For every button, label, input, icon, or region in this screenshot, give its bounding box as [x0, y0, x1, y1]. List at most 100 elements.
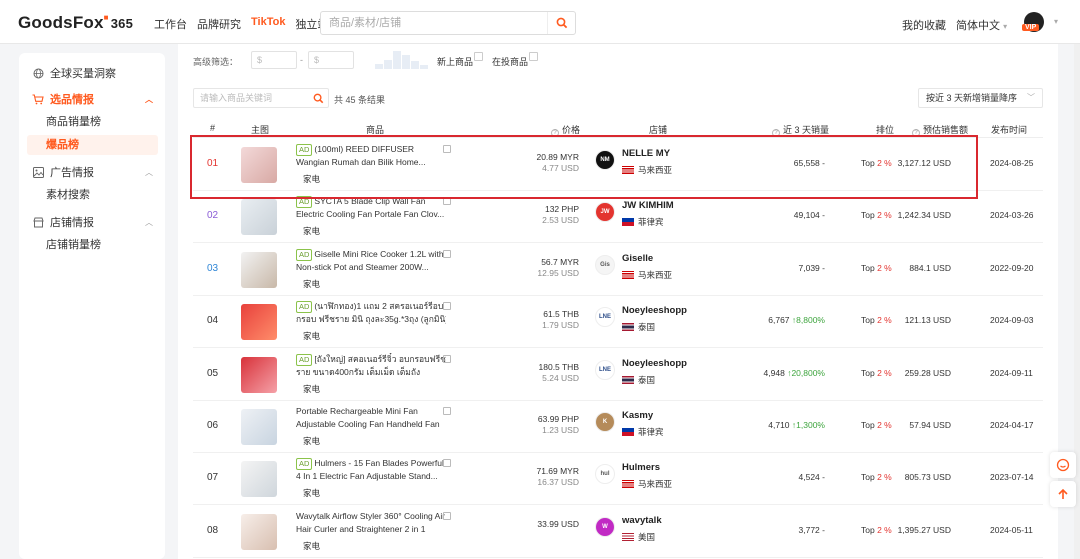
nav-brand-research[interactable]: 品牌研究	[197, 16, 241, 32]
price-usd: 16.37 USD	[537, 477, 579, 488]
col-ranking[interactable]: 排位	[876, 123, 894, 136]
product-thumbnail[interactable]	[241, 356, 277, 393]
shop-name[interactable]: wavytalk	[622, 515, 662, 526]
shop-name[interactable]: Noeyleeshopp	[622, 358, 687, 369]
price-max-input[interactable]: $	[308, 51, 354, 69]
nav-workbench[interactable]: 工作台	[154, 16, 187, 32]
shop-name[interactable]: JW KIMHIM	[622, 200, 674, 211]
shop-logo[interactable]: LNE	[595, 307, 615, 328]
product-title-line2: ราย ขนาด400กรัม เต็มเม็ด เต็มถัง	[296, 366, 421, 377]
keyword-search-input[interactable]	[194, 89, 306, 107]
shop-logo[interactable]: LNE	[595, 359, 615, 380]
copy-icon[interactable]	[443, 197, 451, 206]
table-row[interactable]: 06 Portable Rechargeable Mini Fan Adjustab…	[193, 401, 1043, 453]
top-label: Top	[861, 210, 875, 221]
product-title-line2: Non-stick Pot and Steamer 200W...	[296, 261, 429, 272]
product-thumbnail[interactable]	[241, 251, 277, 288]
product-thumbnail[interactable]	[241, 304, 277, 341]
product-thumbnail[interactable]	[241, 461, 277, 498]
shop-name[interactable]: Noeyleeshopp	[622, 305, 687, 316]
my-favorites-link[interactable]: 我的收藏	[902, 17, 946, 33]
col-sales[interactable]: ? 近 3 天销量	[772, 123, 829, 137]
shop-logo[interactable]: hul	[595, 464, 615, 485]
sales-growth: 20,800%	[791, 367, 825, 378]
table-row[interactable]: 08 Wavytalk Airflow Styler 360° Cooling A…	[193, 506, 1043, 558]
sidebar-item-hot-products[interactable]: 爆品榜	[27, 135, 158, 155]
product-thumbnail[interactable]	[241, 409, 277, 445]
sidebar-group-product-intel[interactable]: 选品情报 ︿	[19, 88, 165, 110]
active-ads-checkbox[interactable]: 在投商品	[492, 52, 538, 68]
table-row[interactable]: 05 AD [ถังใหญ่] สคอเนอร์รีจิ๋ว อบกรอบฟรีชล…	[193, 349, 1043, 401]
product-title[interactable]: AD Hulmers - 15 Fan Blades Powerful 4 In 1…	[296, 457, 446, 483]
product-title[interactable]: Wavytalk Airflow Styler 360° Cooling Air…	[296, 510, 446, 536]
col-date[interactable]: 发布时间	[991, 123, 1027, 136]
product-thumbnail[interactable]	[241, 147, 277, 183]
language-select[interactable]: 简体中文 ▾	[956, 17, 1007, 33]
col-gmv-label: 预估销售额	[923, 125, 969, 135]
chat-button[interactable]	[1050, 452, 1076, 478]
sidebar-item-global-ads[interactable]: 全球买量洞察	[19, 62, 165, 84]
shop-logo[interactable]: Gis	[595, 254, 615, 275]
copy-icon[interactable]	[443, 249, 451, 258]
shop-name[interactable]: NELLE MY	[622, 148, 670, 159]
product-title[interactable]: Portable Rechargeable Mini Fan Adjustable…	[296, 405, 446, 431]
product-title[interactable]: AD Giselle Mini Rice Cooker 1.2L with Non-…	[296, 248, 446, 274]
copy-icon[interactable]	[443, 511, 451, 520]
price-min-input[interactable]: $	[251, 51, 297, 69]
sales-growth: -	[822, 524, 825, 535]
table-row[interactable]: 03 AD Giselle Mini Rice Cooker 1.2L with No…	[193, 244, 1043, 296]
shop-name[interactable]: Hulmers	[622, 462, 660, 473]
table-row[interactable]: 02 AD SYCTA 5 Blade Clip Wall Fan Electric …	[193, 191, 1043, 244]
sales-3d: 4,948 ↑20,800%	[764, 368, 825, 378]
product-thumbnail[interactable]	[241, 199, 277, 236]
product-title[interactable]: AD (นาฬิกทอง)1 แถม 2 สครอเนอร์รีอบ กรอบ ฟร…	[296, 300, 446, 326]
sidebar-item-product-sales-rank[interactable]: 商品销量榜	[27, 112, 158, 132]
product-thumbnail[interactable]	[241, 513, 277, 550]
copy-icon[interactable]	[443, 302, 451, 311]
shop-name[interactable]: Kasmy	[622, 410, 653, 421]
shop-country: 菲律宾	[622, 216, 664, 228]
back-to-top-button[interactable]	[1050, 481, 1076, 507]
shop-logo[interactable]: K	[595, 412, 615, 432]
new-product-checkbox[interactable]: 新上商品	[437, 52, 483, 68]
col-price[interactable]: ? 价格	[551, 123, 580, 137]
sidebar-item-creative-search[interactable]: 素材搜索	[27, 185, 158, 205]
product-category: 家电	[303, 174, 321, 184]
sidebar-group-ad-intel[interactable]: 广告情报 ︿	[19, 161, 165, 183]
table-row[interactable]: 04 AD (นาฬิกทอง)1 แถม 2 สครอเนอร์รีอบ กรอบ …	[193, 296, 1043, 349]
copy-icon[interactable]	[443, 407, 451, 415]
product-title[interactable]: AD SYCTA 5 Blade Clip Wall Fan Electric Co…	[296, 195, 446, 221]
shop-logo[interactable]: W	[595, 516, 615, 537]
price-distribution-chart[interactable]	[375, 51, 428, 69]
country-label: 菲律宾	[638, 427, 664, 437]
estimated-gmv: 884.1 USD	[909, 262, 951, 273]
col-product: 商品	[366, 125, 385, 135]
shop-logo[interactable]: NM	[595, 150, 615, 170]
sales-3d: 65,558 -	[794, 158, 825, 168]
goodsfox-logo[interactable]: GoodsFox■ 365	[18, 13, 133, 33]
sidebar-item-store-sales-rank[interactable]: 店铺销量榜	[27, 235, 158, 255]
top-label: Top	[861, 367, 875, 378]
shop-name[interactable]: Giselle	[622, 253, 653, 264]
copy-icon[interactable]	[443, 354, 451, 363]
product-title[interactable]: AD (100ml) REED DIFFUSER Wangian Rumah dan…	[296, 143, 446, 169]
price-local: 20.89 MYR	[536, 152, 579, 162]
country-label: 马来西亚	[638, 165, 673, 175]
sort-select[interactable]: 按近 3 天新增销量降序 ﹀	[918, 88, 1043, 108]
table-row[interactable]: 07 AD Hulmers - 15 Fan Blades Powerful 4 In…	[193, 453, 1043, 506]
search-icon[interactable]	[313, 93, 324, 104]
copy-icon[interactable]	[443, 459, 451, 468]
nav-tiktok[interactable]: TikTok	[251, 16, 285, 32]
product-title[interactable]: AD [ถังใหญ่] สคอเนอร์รีจิ๋ว อบกรอบฟรีชล รา…	[296, 353, 446, 379]
product-title-line1: Wavytalk Airflow Styler 360° Cooling Air	[296, 510, 446, 521]
sidebar-group-store-intel[interactable]: 店铺情报 ︿	[19, 211, 165, 233]
chevron-down-icon[interactable]: ▾	[1054, 17, 1058, 26]
global-search-input[interactable]	[321, 12, 541, 34]
publish-date: 2024-08-25	[990, 158, 1034, 168]
global-search-button[interactable]	[547, 12, 575, 34]
price-local: 132 PHP	[544, 204, 579, 215]
col-gmv[interactable]: ? 预估销售额	[912, 123, 968, 137]
shop-logo[interactable]: JW	[595, 202, 615, 223]
table-row[interactable]: 01 AD (100ml) REED DIFFUSER Wangian Rumah d…	[193, 139, 1043, 191]
copy-icon[interactable]	[443, 145, 451, 153]
